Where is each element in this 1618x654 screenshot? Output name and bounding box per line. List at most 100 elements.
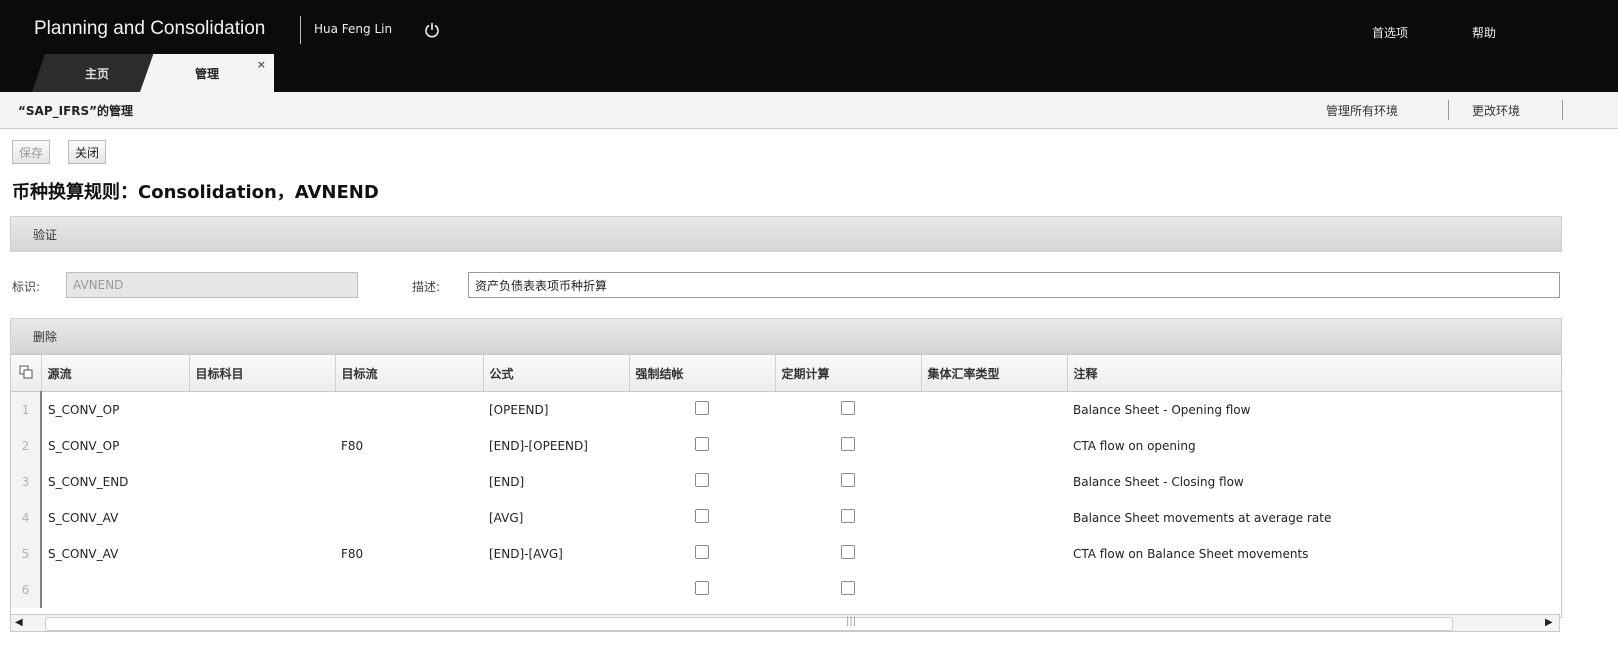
- column-header-source-flow[interactable]: 源流: [41, 355, 190, 392]
- validate-section-bar[interactable]: 验证: [10, 216, 1562, 252]
- periodic-calc-checkbox[interactable]: [841, 581, 855, 595]
- periodic-calc-checkbox[interactable]: [841, 545, 855, 559]
- description-label: 描述:: [412, 280, 441, 294]
- table-row[interactable]: 5 S_CONV_AV F80 [END]-[AVG] CTA flow on …: [11, 535, 1561, 572]
- scrollbar-thumb[interactable]: |||: [45, 616, 1453, 631]
- column-header-target-account[interactable]: 目标科目: [189, 355, 336, 392]
- source-flow-cell[interactable]: S_CONV_AV: [41, 500, 189, 536]
- table-row[interactable]: 2 S_CONV_OP F80 [END]-[OPEEND] CTA flow …: [11, 427, 1561, 464]
- target-account-cell[interactable]: [189, 500, 335, 536]
- manage-all-environments-link[interactable]: 管理所有环境: [1326, 102, 1398, 119]
- target-flow-cell[interactable]: F80: [335, 428, 483, 464]
- select-all-header[interactable]: [11, 355, 42, 392]
- target-account-cell[interactable]: [189, 536, 335, 572]
- target-flow-cell[interactable]: [335, 500, 483, 536]
- delete-label: 删除: [33, 330, 58, 344]
- target-account-cell[interactable]: [189, 392, 335, 428]
- power-icon[interactable]: [424, 22, 440, 38]
- column-header-force-close[interactable]: 强制结帐: [629, 355, 776, 392]
- id-field[interactable]: [66, 272, 358, 298]
- source-flow-cell[interactable]: S_CONV_OP: [41, 392, 189, 428]
- periodic-calc-checkbox[interactable]: [841, 401, 855, 415]
- column-header-periodic-calc[interactable]: 定期计算: [775, 355, 922, 392]
- copy-icon[interactable]: [19, 365, 33, 379]
- comment-cell[interactable]: [1067, 572, 1561, 608]
- formula-cell[interactable]: [END]-[AVG]: [483, 536, 629, 572]
- target-flow-cell[interactable]: [335, 572, 483, 608]
- force-close-checkbox[interactable]: [695, 509, 709, 523]
- validate-label: 验证: [33, 228, 58, 242]
- close-tab-icon[interactable]: ×: [257, 58, 266, 71]
- comment-cell[interactable]: Balance Sheet - Closing flow: [1067, 464, 1561, 500]
- formula-cell[interactable]: [END]-[OPEEND]: [483, 428, 629, 464]
- target-account-cell[interactable]: [189, 572, 335, 608]
- formula-cell[interactable]: [END]: [483, 464, 629, 500]
- formula-cell[interactable]: [OPEEND]: [483, 392, 629, 428]
- title-divider: [300, 16, 301, 44]
- column-header-comment[interactable]: 注释: [1067, 355, 1561, 392]
- comment-cell[interactable]: Balance Sheet - Opening flow: [1067, 392, 1561, 428]
- delete-section-bar[interactable]: 删除: [10, 318, 1562, 354]
- comment-cell[interactable]: CTA flow on opening: [1067, 428, 1561, 464]
- tab-admin[interactable]: 管理 ×: [140, 54, 274, 92]
- force-close-checkbox[interactable]: [695, 581, 709, 595]
- group-rate-type-cell[interactable]: [921, 536, 1067, 572]
- force-close-checkbox[interactable]: [695, 473, 709, 487]
- table-row[interactable]: 3 S_CONV_END [END] Balance Sheet - Closi…: [11, 463, 1561, 500]
- top-bar: Planning and Consolidation Hua Feng Lin …: [0, 0, 1618, 92]
- formula-cell[interactable]: [483, 572, 629, 608]
- group-rate-type-cell[interactable]: [921, 464, 1067, 500]
- force-close-checkbox[interactable]: [695, 401, 709, 415]
- table-row[interactable]: 1 S_CONV_OP [OPEEND] Balance Sheet - Ope…: [11, 391, 1561, 428]
- force-close-cell: [629, 428, 775, 464]
- group-rate-type-cell[interactable]: [921, 572, 1067, 608]
- sub-header: “SAP_IFRS”的管理 管理所有环境 更改环境: [0, 92, 1618, 129]
- description-field[interactable]: [468, 272, 1560, 298]
- preferences-link[interactable]: 首选项: [1372, 24, 1408, 41]
- page-title: 币种换算规则：Consolidation，AVNEND: [12, 182, 379, 203]
- scroll-right-icon[interactable]: ▶: [1545, 617, 1553, 628]
- row-number: 4: [11, 499, 42, 536]
- periodic-calc-checkbox[interactable]: [841, 437, 855, 451]
- tab-admin-label: 管理: [194, 66, 219, 81]
- formula-cell[interactable]: [AVG]: [483, 500, 629, 536]
- help-link[interactable]: 帮助: [1472, 24, 1496, 41]
- source-flow-cell[interactable]: S_CONV_AV: [41, 536, 189, 572]
- periodic-calc-cell: [775, 392, 921, 428]
- table-row[interactable]: 4 S_CONV_AV [AVG] Balance Sheet movement…: [11, 499, 1561, 536]
- column-header-target-flow[interactable]: 目标流: [335, 355, 484, 392]
- user-name: Hua Feng Lin: [314, 22, 393, 36]
- group-rate-type-cell[interactable]: [921, 428, 1067, 464]
- force-close-cell: [629, 572, 775, 608]
- periodic-calc-checkbox[interactable]: [841, 509, 855, 523]
- source-flow-cell[interactable]: S_CONV_END: [41, 464, 189, 500]
- source-flow-cell[interactable]: [41, 572, 189, 608]
- target-flow-cell[interactable]: F80: [335, 536, 483, 572]
- periodic-calc-checkbox[interactable]: [841, 473, 855, 487]
- column-header-group-rate-type[interactable]: 集体汇率类型: [921, 355, 1068, 392]
- periodic-calc-cell: [775, 572, 921, 608]
- target-flow-cell[interactable]: [335, 464, 483, 500]
- force-close-checkbox[interactable]: [695, 545, 709, 559]
- save-button[interactable]: 保存: [12, 140, 51, 164]
- target-account-cell[interactable]: [189, 428, 335, 464]
- id-label: 标识:: [12, 280, 41, 294]
- column-header-formula[interactable]: 公式: [483, 355, 630, 392]
- horizontal-scrollbar[interactable]: ◀ ||| ▶: [10, 614, 1560, 632]
- source-flow-cell[interactable]: S_CONV_OP: [41, 428, 189, 464]
- group-rate-type-cell[interactable]: [921, 500, 1067, 536]
- close-button[interactable]: 关闭: [68, 140, 107, 164]
- periodic-calc-cell: [775, 464, 921, 500]
- target-account-cell[interactable]: [189, 464, 335, 500]
- app-title: Planning and Consolidation: [34, 18, 266, 39]
- force-close-checkbox[interactable]: [695, 437, 709, 451]
- row-number: 1: [11, 391, 42, 428]
- table-row[interactable]: 6: [11, 571, 1561, 608]
- comment-cell[interactable]: CTA flow on Balance Sheet movements: [1067, 536, 1561, 572]
- group-rate-type-cell[interactable]: [921, 392, 1067, 428]
- comment-cell[interactable]: Balance Sheet movements at average rate: [1067, 500, 1561, 536]
- row-number: 6: [11, 571, 42, 608]
- target-flow-cell[interactable]: [335, 392, 483, 428]
- change-environment-link[interactable]: 更改环境: [1472, 102, 1520, 119]
- scroll-left-icon[interactable]: ◀: [15, 617, 23, 628]
